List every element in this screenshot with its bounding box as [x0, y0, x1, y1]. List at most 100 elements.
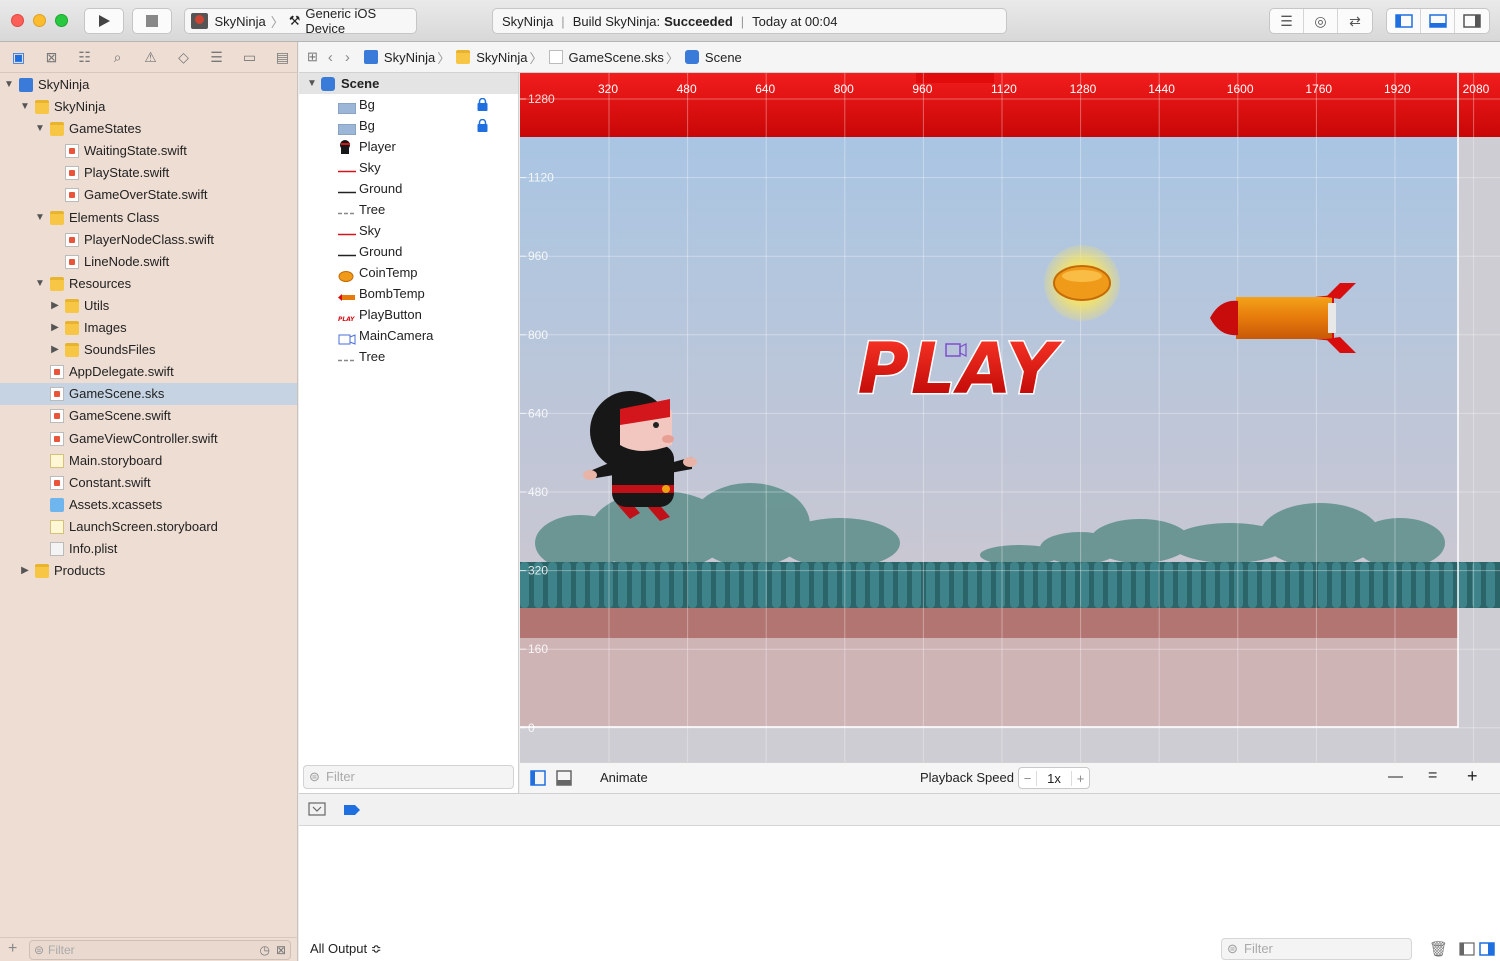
coin-sprite[interactable]: [1044, 245, 1120, 321]
stop-button[interactable]: [132, 8, 172, 34]
navigator-item[interactable]: LineNode.swift: [0, 251, 297, 273]
navigator-item[interactable]: Constant.swift: [0, 472, 297, 494]
navigator-item[interactable]: ▼ SkyNinja: [0, 96, 297, 118]
play-button-sprite[interactable]: PLAY: [856, 327, 1063, 412]
outline-node-row[interactable]: Tree: [299, 199, 518, 220]
minimize-window-button[interactable]: [33, 14, 46, 27]
symbol-navigator-tab-icon[interactable]: ☷: [72, 49, 97, 66]
test-navigator-tab-icon[interactable]: ◇: [171, 49, 196, 66]
report-navigator-tab-icon[interactable]: ▤: [270, 49, 295, 66]
navigator-item[interactable]: PlayState.swift: [0, 162, 297, 184]
navigator-item[interactable]: ▶ Images: [0, 317, 297, 339]
outline-node-row[interactable]: Player: [299, 136, 518, 157]
show-console-view-icon[interactable]: [1479, 942, 1495, 959]
debug-navigator-tab-icon[interactable]: ☰: [204, 49, 229, 66]
speed-decrement-button[interactable]: −: [1019, 770, 1037, 786]
navigator-filter-input[interactable]: ⊜ Filter ◷ ⊠: [29, 940, 291, 960]
navigator-item[interactable]: ▼ GameStates: [0, 118, 297, 140]
console-filter-input[interactable]: ⊜ Filter: [1221, 938, 1412, 960]
disclosure-triangle-icon[interactable]: ▶: [50, 295, 60, 317]
navigator-item[interactable]: GameScene.swift: [0, 405, 297, 427]
navigator-item[interactable]: GameOverState.swift: [0, 184, 297, 206]
navigator-item[interactable]: ▶ SoundsFiles: [0, 339, 297, 361]
zoom-out-button[interactable]: —: [1388, 768, 1403, 785]
outline-node-row[interactable]: Sky: [299, 157, 518, 178]
breakpoints-toggle-icon[interactable]: [343, 804, 361, 819]
run-button[interactable]: [84, 8, 124, 34]
outline-node-row[interactable]: MainCamera: [299, 325, 518, 346]
show-variables-view-icon[interactable]: [1459, 942, 1475, 959]
navigator-item[interactable]: Assets.xcassets: [0, 494, 297, 516]
issue-navigator-tab-icon[interactable]: ⚠: [138, 49, 163, 66]
zoom-window-button[interactable]: [55, 14, 68, 27]
toggle-action-editor-icon[interactable]: [556, 770, 572, 789]
navigator-item[interactable]: LaunchScreen.storyboard: [0, 516, 297, 538]
related-items-icon[interactable]: ⊞: [307, 49, 318, 65]
disclosure-triangle-icon[interactable]: ▼: [307, 73, 317, 94]
source-control-tab-icon[interactable]: ⊠: [39, 49, 64, 66]
scheme-selector[interactable]: SkyNinja 〉 ⚒ Generic iOS Device: [184, 6, 417, 36]
back-arrow-icon[interactable]: ‹: [328, 49, 333, 66]
disclosure-triangle-icon[interactable]: ▼: [35, 118, 45, 140]
toggle-inspector-icon[interactable]: [1455, 9, 1489, 33]
outline-node-row[interactable]: Bg: [299, 115, 518, 136]
breadcrumb-file[interactable]: GameScene.sks: [569, 50, 664, 65]
outline-node-row[interactable]: PLAY PlayButton: [299, 304, 518, 325]
navigator-item[interactable]: ▶ Utils: [0, 295, 297, 317]
scene-editor-canvas[interactable]: 320 480 640 800 960 1120 1280 1440 1600 1760 1920 2…: [520, 73, 1500, 762]
view-toggle-control[interactable]: [1386, 8, 1490, 34]
editor-mode-control[interactable]: ☰ ◎ ⇄: [1269, 8, 1373, 34]
version-editor-icon[interactable]: ⇄: [1338, 9, 1372, 33]
outline-node-row[interactable]: Ground: [299, 178, 518, 199]
disclosure-triangle-icon[interactable]: ▶: [50, 317, 60, 339]
animate-button[interactable]: Animate: [600, 770, 648, 785]
breadcrumb-scene[interactable]: Scene: [705, 50, 742, 65]
find-navigator-tab-icon[interactable]: ⌕: [105, 49, 130, 66]
navigator-item[interactable]: ▼ SkyNinja: [0, 74, 297, 96]
project-navigator-tab-icon[interactable]: ▣: [6, 49, 31, 66]
assistant-editor-icon[interactable]: ◎: [1304, 9, 1338, 33]
trash-icon[interactable]: 🗑: [1429, 940, 1448, 958]
outline-node-row[interactable]: CoinTemp: [299, 262, 518, 283]
outline-node-row[interactable]: Sky: [299, 220, 518, 241]
playback-speed-stepper[interactable]: − 1x +: [1018, 767, 1090, 789]
navigator-item[interactable]: GameViewController.swift: [0, 428, 297, 450]
navigator-item[interactable]: PlayerNodeClass.swift: [0, 229, 297, 251]
navigator-item[interactable]: WaitingState.swift: [0, 140, 297, 162]
breadcrumb-project[interactable]: SkyNinja: [384, 50, 435, 65]
speed-increment-button[interactable]: +: [1071, 770, 1089, 786]
disclosure-triangle-icon[interactable]: ▼: [35, 207, 45, 229]
hide-debug-area-icon[interactable]: [308, 802, 326, 819]
output-selector[interactable]: All Output ≎: [310, 941, 382, 957]
disclosure-triangle-icon[interactable]: ▼: [4, 74, 14, 96]
outline-node-row[interactable]: BombTemp: [299, 283, 518, 304]
toggle-debug-area-icon[interactable]: [1421, 9, 1455, 33]
navigator-item[interactable]: Main.storyboard: [0, 450, 297, 472]
navigator-item[interactable]: ▶ Products: [0, 560, 297, 582]
navigator-item[interactable]: ▼ Resources: [0, 273, 297, 295]
add-icon[interactable]: +: [8, 940, 17, 958]
console-area[interactable]: All Output ≎ ⊜ Filter 🗑: [299, 826, 1500, 961]
outline-node-row[interactable]: Tree: [299, 346, 518, 367]
forward-arrow-icon[interactable]: ›: [345, 49, 350, 66]
close-window-button[interactable]: [11, 14, 24, 27]
outline-filter-input[interactable]: ⊜ Filter: [303, 765, 514, 789]
navigator-item[interactable]: AppDelegate.swift: [0, 361, 297, 383]
outline-node-row[interactable]: Bg: [299, 94, 518, 115]
disclosure-triangle-icon[interactable]: ▼: [20, 96, 30, 118]
recent-files-icon[interactable]: ◷: [260, 941, 270, 959]
disclosure-triangle-icon[interactable]: ▶: [50, 339, 60, 361]
navigator-item[interactable]: ▼ Elements Class: [0, 207, 297, 229]
breadcrumb-group[interactable]: SkyNinja: [476, 50, 527, 65]
navigator-item[interactable]: Info.plist: [0, 538, 297, 560]
zoom-fit-button[interactable]: =: [1428, 767, 1437, 785]
toggle-navigator-icon[interactable]: [1387, 9, 1421, 33]
outline-node-row[interactable]: Ground: [299, 241, 518, 262]
toggle-outline-icon[interactable]: [530, 770, 546, 789]
disclosure-triangle-icon[interactable]: ▶: [20, 560, 30, 582]
disclosure-triangle-icon[interactable]: ▼: [35, 273, 45, 295]
standard-editor-icon[interactable]: ☰: [1270, 9, 1304, 33]
source-control-filter-icon[interactable]: ⊠: [276, 941, 286, 959]
outline-root-row[interactable]: ▼ Scene: [299, 73, 518, 94]
breakpoint-navigator-tab-icon[interactable]: ▭: [237, 49, 262, 66]
